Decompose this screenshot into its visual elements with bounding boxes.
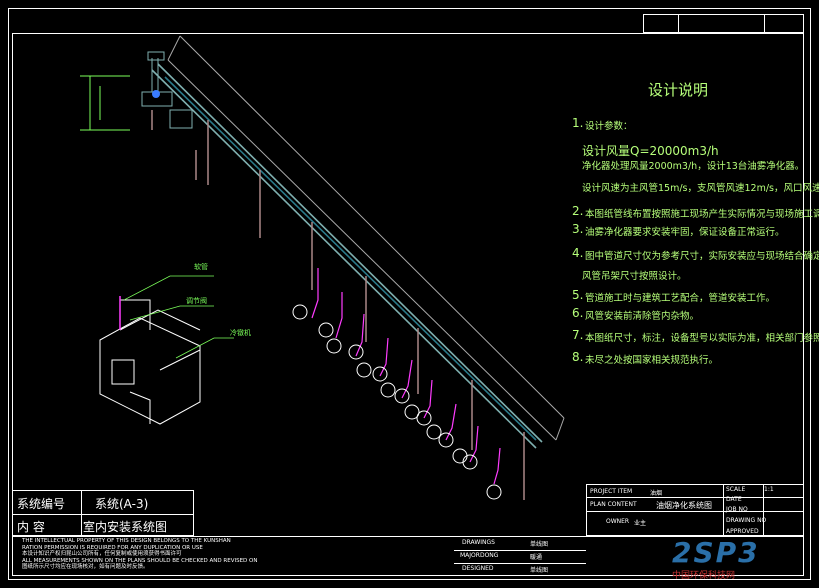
major-value: 暖通 bbox=[530, 554, 543, 561]
watermark-logo: 2SP3 bbox=[672, 536, 760, 569]
system-no-value: 系统(A-3) bbox=[95, 497, 149, 511]
project-label: PROJECT ITEM bbox=[590, 488, 633, 495]
design-note-item: 本图纸尺寸，标注，设备型号以实际为准，相关部门参照执行。 bbox=[585, 333, 819, 344]
approved-label: APPROVED bbox=[726, 528, 759, 535]
main-duct bbox=[151, 63, 543, 449]
owner-label: OWNER bbox=[606, 518, 630, 525]
callout-duct: 软管 bbox=[194, 263, 208, 271]
system-no-label: 系统编号 bbox=[17, 497, 66, 511]
cold-heading-machine bbox=[99, 299, 201, 425]
design-note-number: 8. bbox=[572, 350, 584, 364]
design-note-number: 6. bbox=[572, 306, 584, 320]
design-note-number: 7. bbox=[572, 328, 584, 342]
date-label: DATE bbox=[726, 496, 742, 503]
design-note-item: 图中管道尺寸仅为参考尺寸，实际安装应与现场结合确定。 bbox=[585, 251, 819, 262]
design-note-item: 风管吊架尺寸按照设计。 bbox=[582, 271, 687, 282]
fan-marker bbox=[152, 90, 160, 98]
main-duct-edge bbox=[167, 35, 565, 441]
plan-value: 油烟净化系统图 bbox=[656, 501, 712, 510]
owner-value: 业主 bbox=[634, 520, 647, 527]
design-note-number: 5. bbox=[572, 288, 584, 302]
design-note-number: 2. bbox=[572, 204, 584, 218]
design-note-item: 管道施工时与建筑工艺配合，管道安装工作。 bbox=[585, 293, 776, 304]
callout-leaders bbox=[123, 275, 234, 359]
legal-line-5: 图纸所示尺寸均应在现场核对，如有问题及时反馈。 bbox=[22, 564, 149, 570]
design-note-item: 风管安装前清除管内杂物。 bbox=[585, 311, 700, 322]
drawings-value: 单线图 bbox=[530, 541, 549, 548]
scale-label: SCALE bbox=[726, 486, 746, 493]
job-label: JOB NO bbox=[726, 506, 748, 513]
drawings-label: DRAWINGS bbox=[462, 539, 495, 546]
design-note-item: 油雾净化器要求安装牢固，保证设备正常运行。 bbox=[585, 227, 785, 238]
notes-title: 设计说明 bbox=[648, 81, 709, 99]
design-note-item: 未尽之处按国家相关规范执行。 bbox=[585, 355, 719, 366]
project-value: 油烟 bbox=[650, 490, 663, 497]
watermark-subtitle: 中国环保科技网 bbox=[672, 571, 736, 581]
height-dimension bbox=[80, 75, 130, 131]
system-content-value: 室内安装系统图 bbox=[83, 520, 168, 534]
design-note-number: 3. bbox=[572, 222, 584, 236]
callout-machine: 冷镦机 bbox=[230, 329, 251, 337]
scale-value: 1:1 bbox=[764, 486, 774, 493]
plan-label: PLAN CONTENT bbox=[590, 501, 637, 508]
design-note-item: 净化器处理风量2000m3/h，设计13台油雾净化器。 bbox=[582, 161, 805, 172]
design-note-item: 设计参数： bbox=[585, 121, 633, 132]
major-label: MAJORDONG bbox=[460, 552, 499, 559]
callout-valve: 调节阀 bbox=[186, 297, 207, 305]
drawing-no-label: DRAWING NO bbox=[726, 517, 767, 524]
design-note-item: 本图纸管线布置按照施工现场产生实际情况与现场施工调整。 bbox=[585, 209, 819, 220]
designed-label: DESIGNED bbox=[462, 565, 494, 572]
design-note-item: 设计风速为主风管15m/s，支风管风速12m/s，风口风速2m/s。 bbox=[582, 183, 819, 194]
designed-value: 单线图 bbox=[530, 567, 549, 574]
legal-notice: THE INTELLECTUAL PROPERTY OF THIS DESIGN… bbox=[22, 538, 302, 571]
design-note-number: 1. bbox=[572, 116, 584, 130]
duct-supports bbox=[151, 110, 525, 500]
system-info-box: 系统编号 系统(A-3) 内 容 室内安装系统图 bbox=[12, 490, 194, 536]
system-content-label: 内 容 bbox=[17, 520, 45, 534]
design-note-item: 设计风量Q=20000m3/h bbox=[582, 144, 719, 158]
design-note-number: 4. bbox=[572, 246, 584, 260]
